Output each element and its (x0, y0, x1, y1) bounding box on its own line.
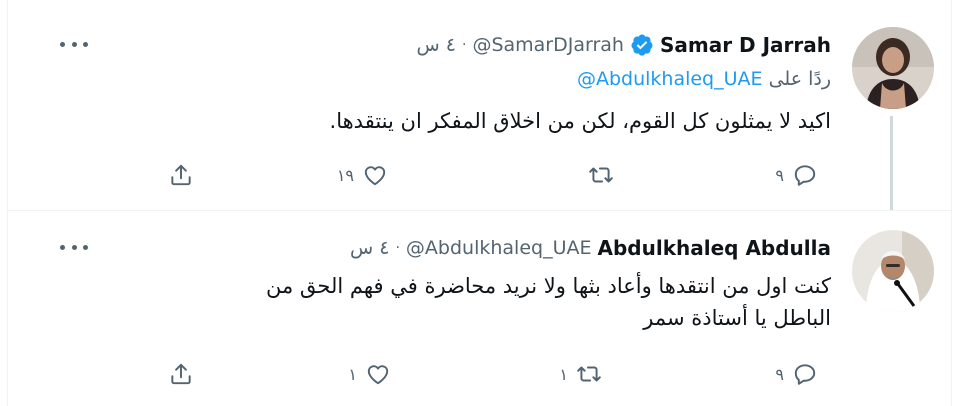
reply-prefix: ردًا على (768, 68, 831, 90)
display-name[interactable]: Abdulkhaleq Abdulla (598, 236, 832, 260)
avatar-abdulkhaleq[interactable] (852, 230, 934, 312)
timeline-border-left (7, 0, 8, 406)
retweet-icon (589, 167, 613, 183)
heart-icon (364, 166, 386, 186)
thread-connector-line (890, 116, 893, 210)
tweet-text: اكيد لا يمثلون كل القوم، لكن من اخلاق ال… (329, 109, 831, 133)
like-button[interactable]: ١٩ (334, 158, 388, 192)
more-options-icon[interactable] (60, 34, 88, 54)
reply-context: ردًا على @Abdulkhaleq_UAE (577, 68, 831, 90)
like-count: ١ (348, 364, 357, 384)
reply-count: ٩ (775, 165, 784, 185)
retweet-button[interactable] (560, 158, 614, 192)
tweet-header: ٤ س · @Abdulkhaleq_UAE Abdulkhaleq Abdul… (350, 235, 831, 261)
retweet-button[interactable]: ١ (548, 357, 602, 391)
reply-button[interactable]: ٩ (764, 158, 818, 192)
display-name[interactable]: Samar D Jarrah (660, 33, 831, 57)
separator-dot: · (395, 240, 400, 256)
share-icon (171, 363, 191, 385)
tweet-header: ٤ س · @SamarDJarrah Samar D Jarrah (417, 32, 831, 58)
verified-badge-icon (630, 33, 654, 57)
tweet-text: كنت اول من انتقدها وأعاد بثها ولا نريد م… (111, 270, 831, 334)
avatar-samar[interactable] (852, 27, 934, 109)
separator-dot: · (461, 37, 467, 53)
tweet-text-line-2: الباطل يا أستاذة سمر (643, 306, 831, 330)
tweet-text-line-1: كنت اول من انتقدها وأعاد بثها ولا نريد م… (266, 274, 831, 298)
retweet-count: ١ (559, 364, 568, 384)
more-options-icon[interactable] (60, 237, 88, 257)
tweet-divider (7, 210, 952, 211)
reply-mention-link[interactable]: @Abdulkhaleq_UAE (577, 68, 763, 90)
like-button[interactable]: ١ (337, 357, 391, 391)
share-icon (171, 164, 191, 186)
retweet-icon (577, 366, 601, 382)
reply-icon (794, 165, 816, 186)
user-handle[interactable]: @SamarDJarrah (472, 34, 624, 56)
heart-icon (367, 365, 389, 385)
share-button[interactable] (168, 357, 194, 391)
reply-count: ٩ (775, 364, 784, 384)
timeline-border-right (951, 0, 952, 406)
tweet-time[interactable]: ٤ س (350, 237, 389, 259)
user-handle[interactable]: @Abdulkhaleq_UAE (406, 237, 592, 259)
like-count: ١٩ (336, 165, 354, 185)
share-button[interactable] (168, 158, 194, 192)
tweet-time[interactable]: ٤ س (417, 34, 456, 56)
reply-button[interactable]: ٩ (764, 357, 818, 391)
reply-icon (794, 364, 816, 385)
